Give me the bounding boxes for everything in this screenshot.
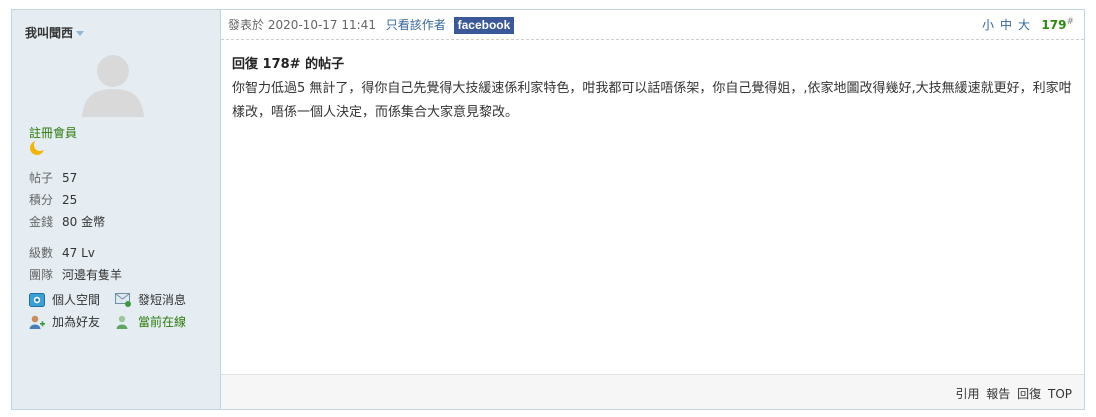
add-friend-link[interactable]: 加為好友 [29,313,100,330]
online-user-icon [116,315,128,329]
post-footer: 引用 報告 回復 TOP [221,374,1084,409]
floor-number[interactable]: 179# [1041,17,1074,32]
stat-value: 80 金幣 [62,215,106,229]
stat-value[interactable]: 57 [62,171,77,185]
personal-space-link[interactable]: 個人空間 [29,291,100,308]
author-name[interactable]: 我叫聞西 [25,24,85,41]
add-friend-label[interactable]: 加為好友 [52,313,100,330]
stat-label: 級數 [29,246,54,260]
stat-value: 47 Lv [62,246,95,260]
moon-icon [30,139,46,155]
stat-posts: 帖子 57 [29,169,77,186]
forum-post: 我叫聞西 註冊會員 帖子 57 積分 25 金錢 80 金幣 級數 47 Lv 團隊 河邊… [11,9,1085,410]
online-status-label: 當前在線 [138,315,187,329]
add-friend-icon [29,315,45,329]
post-body: 你智力低過5 無計了，得你自己先覺得大技緩速係利家特色，咁我都可以話唔係架，你自… [232,81,1072,120]
home-space-icon [29,292,45,307]
stat-points: 積分 25 [29,191,77,208]
post-title: 回復 178# 的帖子 [232,57,345,72]
send-message-label[interactable]: 發短消息 [138,291,186,308]
stat-level: 級數 47 Lv [29,244,95,261]
personal-space-label[interactable]: 個人空間 [52,291,100,308]
send-message-link[interactable]: 發短消息 [115,291,186,308]
reply-link[interactable]: 回復 [1017,387,1041,401]
floor-mark: # [1066,17,1074,27]
online-status: 當前在線 [115,313,186,330]
post-meta: 發表於 2020-10-17 11:41 只看該作者 facebook [228,16,515,34]
top-link[interactable]: TOP [1048,387,1072,401]
stat-label: 金錢 [29,215,54,229]
message-icon [115,292,131,307]
font-size-switch[interactable]: 小中大 [982,16,1036,33]
posted-time: 發表於 2020-10-17 11:41 [228,18,376,32]
floor-value[interactable]: 179 [1041,18,1066,32]
stat-label: 積分 [29,193,54,207]
quote-link[interactable]: 引用 [955,387,979,401]
post-actions: 引用 報告 回復 TOP [952,385,1072,402]
stat-label: 團隊 [29,268,54,282]
post-meta-bar: 發表於 2020-10-17 11:41 只看該作者 facebook 小中大 … [221,10,1084,40]
post-main: 發表於 2020-10-17 11:41 只看該作者 facebook 小中大 … [221,10,1084,409]
stat-value[interactable]: 25 [62,193,77,207]
stat-value: 河邊有隻羊 [62,268,123,282]
author-sidebar: 我叫聞西 註冊會員 帖子 57 積分 25 金錢 80 金幣 級數 47 Lv 團隊 河邊… [12,10,221,409]
only-author-link[interactable]: 只看該作者 [386,18,446,32]
stat-money: 金錢 80 金幣 [29,213,105,230]
facebook-share-button[interactable]: facebook [453,17,515,34]
avatar[interactable] [78,49,148,117]
report-link[interactable]: 報告 [986,387,1010,401]
stat-label: 帖子 [29,171,54,185]
author-name-text[interactable]: 我叫聞西 [25,26,73,40]
stat-team: 團隊 河邊有隻羊 [29,266,122,283]
dropdown-triangle-icon[interactable] [76,31,85,36]
